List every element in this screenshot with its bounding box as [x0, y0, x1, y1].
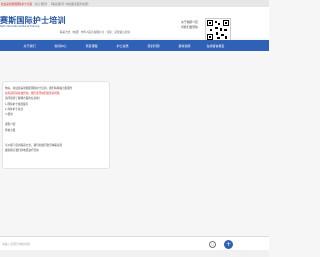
header-address: 联系方式（电话）中华人民共和国公共 · 注意：英伦语言培训: [60, 31, 130, 34]
chat-line: 如有疑问请在线咨询，我们会尽快回复您的问题: [5, 92, 60, 96]
nav-item-qualification[interactable]: 护士资质: [107, 44, 138, 48]
chat-line: 1.国际护士执照报考: [5, 102, 29, 106]
site-header: 赛斯国际护士培训 Seth International Nurse Traini…: [0, 7, 269, 42]
bottom-bar: [0, 250, 269, 257]
nav-item-signup[interactable]: 在线留言报名: [200, 44, 231, 48]
chat-line: 可以留下您的联系方式，我们的顾问会尽快联系您: [5, 144, 63, 148]
chat-area: 你好，欢迎您来到赛斯国际护士培训，我们将竭诚为您服务 如有疑问请在线咨询，我们会尽…: [0, 51, 269, 251]
chat-line: 课程介绍: [5, 123, 16, 127]
nav-item-guide[interactable]: 报考指南: [169, 44, 200, 48]
contact-link[interactable]: 【联系我们】【在线报名服务电话】: [50, 2, 90, 6]
top-strip: 欢迎来到赛斯国际护士培训 【关于我们】 【联系我们】【在线报名服务电话】: [0, 0, 269, 7]
site-logo-subtitle: Seth International Nurse Training: [0, 25, 40, 28]
qr-code-icon: [205, 18, 231, 42]
about-link[interactable]: 【关于我们】: [33, 2, 49, 6]
chat-line: 师资力量: [5, 128, 16, 132]
chat-line: 2.海外护士就业: [5, 107, 24, 111]
smile-icon[interactable]: [209, 240, 216, 248]
chat-line: 请问您想了解哪方面的信息呢？: [5, 97, 42, 101]
header-follow-text: 关于赛斯介绍 问我们发现情: [181, 20, 198, 30]
welcome-text: 欢迎来到赛斯国际护士培训: [1, 2, 33, 6]
nav-item-about[interactable]: 关于我们: [14, 44, 45, 48]
send-button[interactable]: +: [224, 239, 233, 249]
chat-line: 你好，欢迎您来到赛斯国际护士培训，我们将竭诚为您服务: [5, 87, 73, 90]
agent-message-bubble: 你好，欢迎您来到赛斯国际护士培训，我们将竭诚为您服务 如有疑问请在线咨询，我们会尽…: [2, 81, 110, 169]
chat-line: 3.费用: [5, 113, 13, 116]
nav-item-news[interactable]: 新闻中心: [45, 44, 76, 48]
main-nav: 关于我们 新闻中心 项目课程 护士资质 培训问题 报考指南 在线留言报名: [0, 40, 269, 51]
nav-item-faq[interactable]: 培训问题: [138, 44, 169, 48]
chat-line: 或者拨打我们的电话进行咨询: [5, 149, 39, 153]
chat-input[interactable]: 请输入您要咨询的问题: [2, 242, 30, 246]
nav-item-courses[interactable]: 项目课程: [76, 44, 107, 48]
chat-input-bar: 请输入您要咨询的问题 +: [0, 236, 269, 251]
follow-line-2: 问我们发现情: [181, 25, 198, 29]
